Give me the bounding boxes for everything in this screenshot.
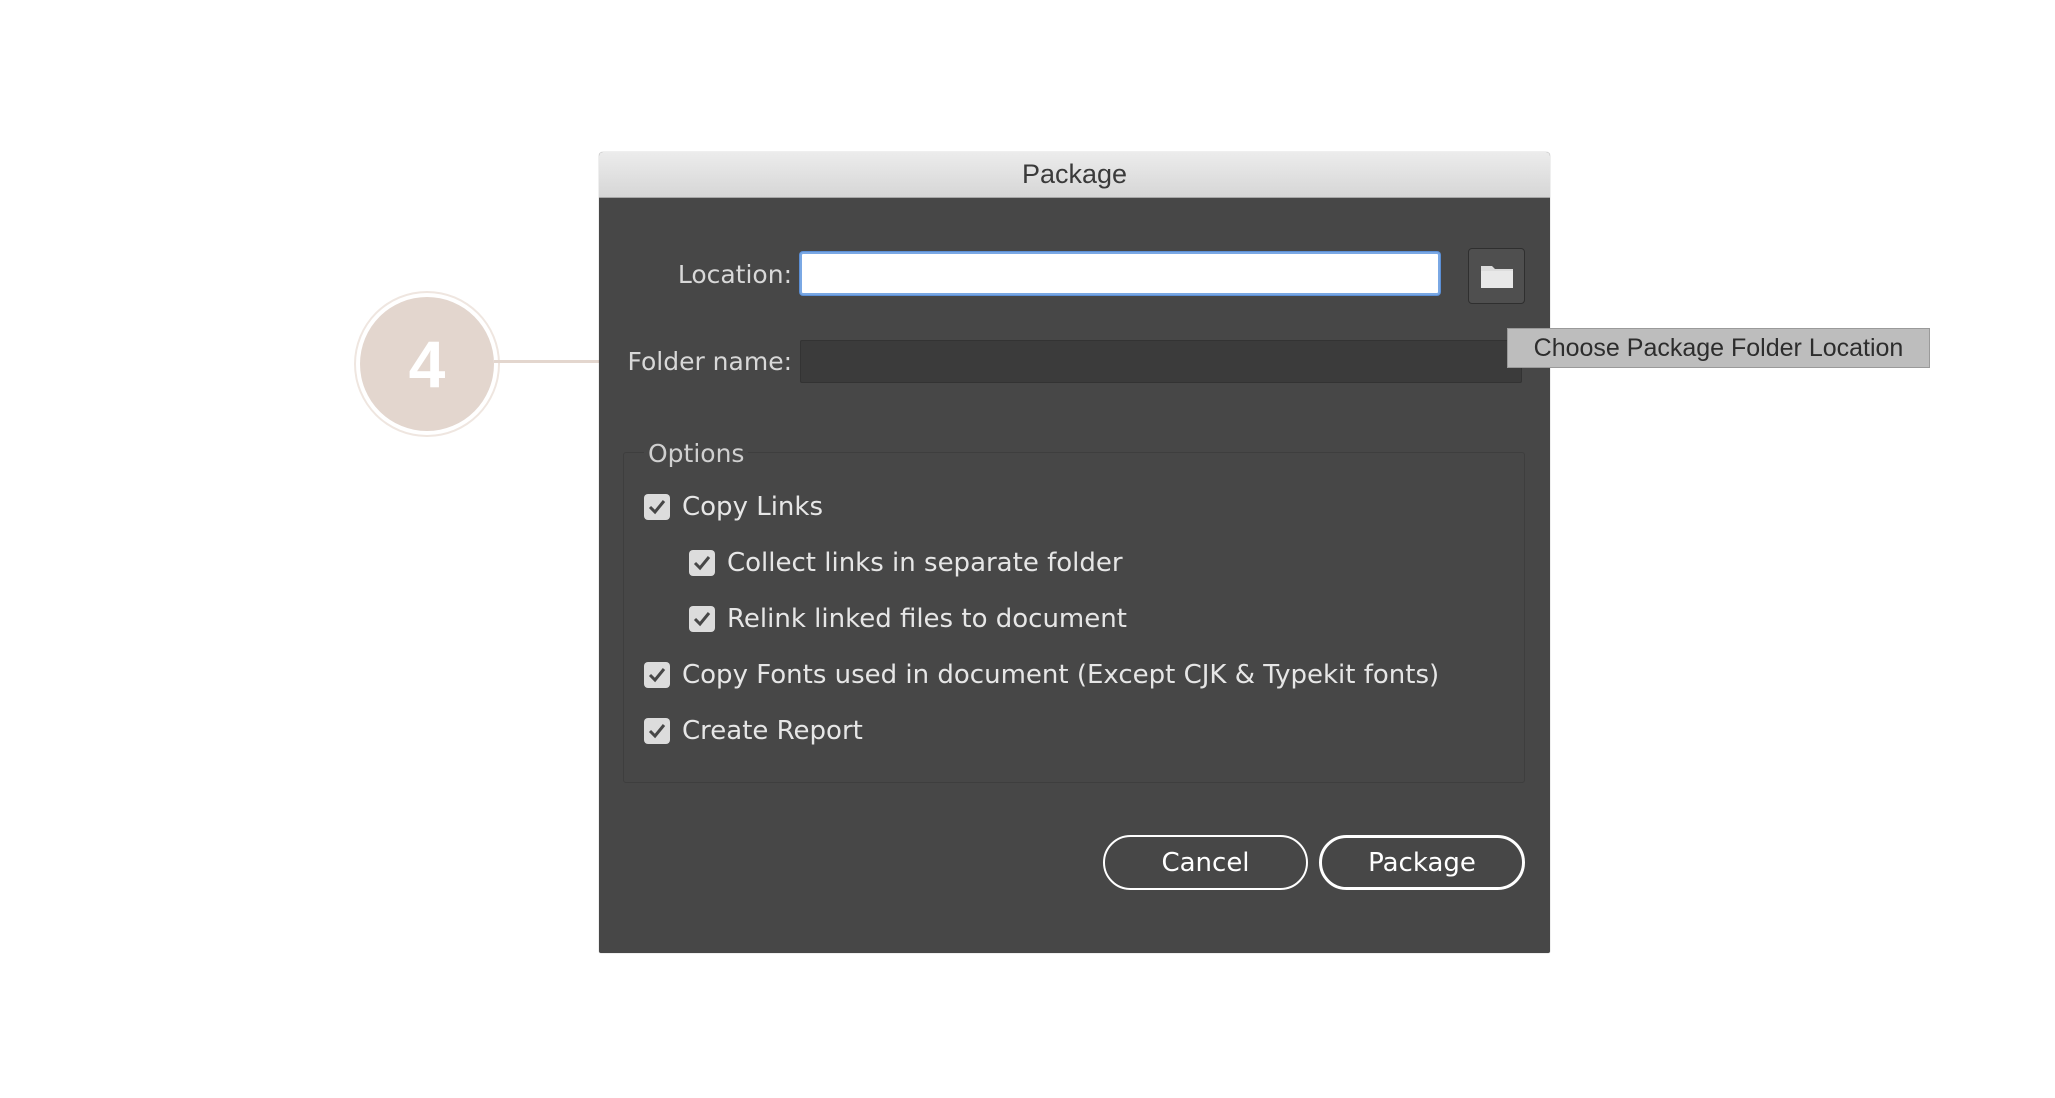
create-report-option[interactable]: Create Report xyxy=(644,716,863,746)
folder-location-tooltip: Choose Package Folder Location xyxy=(1507,328,1930,368)
step-number-badge: 4 xyxy=(360,297,494,431)
step-number: 4 xyxy=(408,327,446,401)
relink-files-label: Relink linked files to document xyxy=(727,604,1127,634)
collect-links-option[interactable]: Collect links in separate folder xyxy=(689,548,1123,578)
checkmark-icon xyxy=(648,668,666,683)
copy-links-option[interactable]: Copy Links xyxy=(644,492,823,522)
options-title: Options xyxy=(644,439,749,468)
dialog-title: Package xyxy=(1021,159,1128,189)
folder-icon xyxy=(1480,266,1513,288)
folder-name-input[interactable] xyxy=(800,340,1522,383)
relink-files-checkbox[interactable] xyxy=(689,606,715,632)
create-report-label: Create Report xyxy=(682,716,863,746)
copy-fonts-label: Copy Fonts used in document (Except CJK … xyxy=(682,660,1440,690)
copy-links-label: Copy Links xyxy=(682,492,824,522)
checkmark-icon xyxy=(648,500,666,515)
location-label: Location: xyxy=(677,260,792,289)
copy-fonts-option[interactable]: Copy Fonts used in document (Except CJK … xyxy=(644,660,1439,690)
package-button[interactable]: Package xyxy=(1319,835,1525,890)
copy-fonts-checkbox[interactable] xyxy=(644,662,670,688)
package-dialog: Package Location: Folder name: Options C… xyxy=(599,152,1550,953)
cancel-button[interactable]: Cancel xyxy=(1103,835,1308,890)
create-report-checkbox[interactable] xyxy=(644,718,670,744)
folder-name-label: Folder name: xyxy=(627,347,792,376)
location-input[interactable] xyxy=(800,252,1440,295)
checkmark-icon xyxy=(693,612,711,627)
collect-links-label: Collect links in separate folder xyxy=(727,548,1123,578)
copy-links-checkbox[interactable] xyxy=(644,494,670,520)
dialog-titlebar[interactable]: Package xyxy=(599,152,1550,198)
relink-files-option[interactable]: Relink linked files to document xyxy=(689,604,1127,634)
checkmark-icon xyxy=(648,724,666,739)
collect-links-checkbox[interactable] xyxy=(689,550,715,576)
checkmark-icon xyxy=(693,556,711,571)
screenshot-stage: 4 Package Location: Folder name: Options… xyxy=(0,0,2055,1098)
step-connector-line xyxy=(494,360,600,363)
choose-folder-button[interactable] xyxy=(1468,248,1525,304)
